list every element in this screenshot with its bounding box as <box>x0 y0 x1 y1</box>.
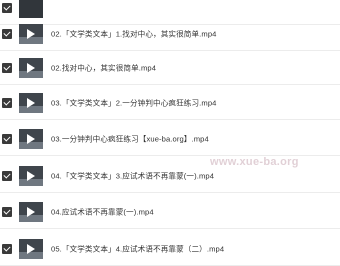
video-thumbnail-icon <box>19 57 43 78</box>
video-thumbnail-icon <box>19 23 43 44</box>
file-row[interactable]: 02.找对中心，其实很简单.mp4 <box>0 51 340 85</box>
play-icon <box>27 62 35 73</box>
checkbox-checked-icon[interactable] <box>2 2 12 13</box>
checkbox-checked-icon[interactable] <box>2 206 12 217</box>
checkbox-checked-icon[interactable] <box>2 133 12 144</box>
file-row[interactable]: 03.「文学类文本」2.一分钟判中心疯狂练习.mp4 <box>0 86 340 120</box>
checkbox-checked-icon[interactable] <box>2 243 12 254</box>
file-row[interactable]: 05.「文学类文本」4.应试术语不再靠蒙（二）.mp4 <box>0 232 340 266</box>
file-name[interactable]: 02.「文学类文本」1.找对中心，其实很简单.mp4 <box>51 28 216 39</box>
watermark: www.xue-ba.org <box>210 156 299 168</box>
file-name[interactable]: 04.应试术语不再靠蒙(一).mp4 <box>51 206 154 217</box>
video-thumbnail-icon <box>19 201 43 222</box>
checkbox-checked-icon[interactable] <box>2 28 12 39</box>
video-thumbnail-icon <box>19 0 43 18</box>
file-name[interactable]: 03.「文学类文本」2.一分钟判中心疯狂练习.mp4 <box>51 97 216 108</box>
video-thumbnail-icon <box>19 165 43 186</box>
file-name[interactable]: 04.「文学类文本」3.应试术语不再靠蒙(一).mp4 <box>51 170 214 181</box>
play-icon <box>27 28 35 39</box>
checkbox-checked-icon[interactable] <box>2 170 12 181</box>
checkbox-checked-icon[interactable] <box>2 62 12 73</box>
checkbox-checked-icon[interactable] <box>2 97 12 108</box>
video-thumbnail-icon <box>19 238 43 259</box>
play-icon <box>27 170 35 181</box>
play-icon <box>27 243 35 254</box>
file-name[interactable]: 03.一分钟判中心疯狂练习【xue-ba.org】.mp4 <box>51 133 209 144</box>
file-row[interactable]: 04.应试术语不再靠蒙(一).mp4 <box>0 195 340 229</box>
file-name[interactable]: 02.找对中心，其实很简单.mp4 <box>51 62 156 73</box>
file-row[interactable]: 03.一分钟判中心疯狂练习【xue-ba.org】.mp4 <box>0 122 340 156</box>
file-row[interactable]: 02.「文学类文本」1.找对中心，其实很简单.mp4 <box>0 17 340 51</box>
video-thumbnail-icon <box>19 128 43 149</box>
video-thumbnail-icon <box>19 92 43 113</box>
play-icon <box>27 206 35 217</box>
play-icon <box>27 97 35 108</box>
play-icon <box>27 133 35 144</box>
file-name[interactable]: 05.「文学类文本」4.应试术语不再靠蒙（二）.mp4 <box>51 243 224 254</box>
